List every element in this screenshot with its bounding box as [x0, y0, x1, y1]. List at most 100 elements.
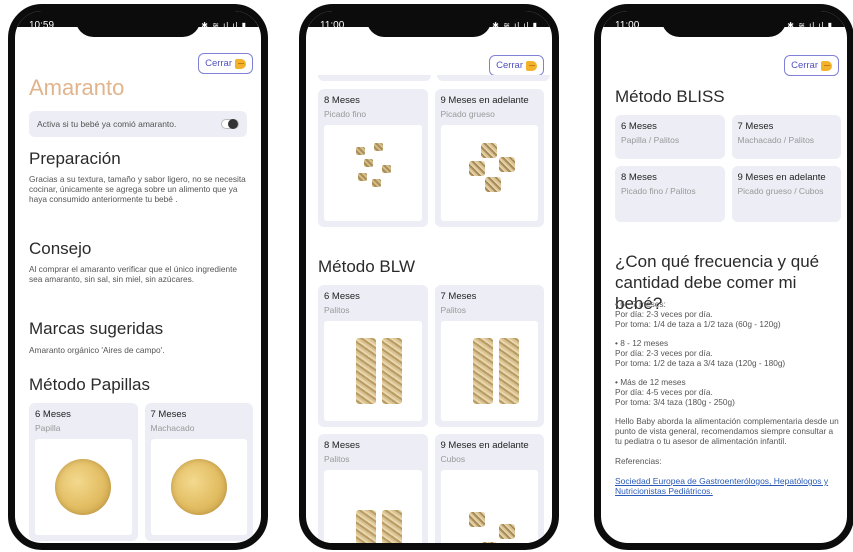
card-bliss-9m[interactable]: 9 Meses en adelante Picado grueso / Cubo… [731, 166, 841, 222]
blw-card-grid: 6 Meses Palitos 7 Meses Palitos 8 Meses … [318, 285, 544, 543]
food-photo [440, 125, 538, 221]
page-title: Amaranto [29, 75, 125, 100]
cube-piece [468, 512, 485, 527]
status-time: 11:00 [320, 19, 345, 31]
signal-battery-icon: ✱ ≋.ıl.ıl ▮ [787, 20, 833, 30]
stick-piece [472, 338, 493, 404]
cube-piece [480, 542, 497, 543]
card-bliss-6m[interactable]: 6 Meses Papilla / Palitos [615, 115, 725, 159]
card-subtitle: Picado grueso [440, 109, 495, 119]
status-bar: 11:00 ✱ ≋.ıl.ıl ▮ [306, 11, 552, 35]
consejo-text: Al comprar el amaranto verificar que el … [29, 264, 237, 284]
food-photo [440, 470, 538, 543]
stick-piece [382, 510, 402, 543]
phone-bliss-method: 11:00 ✱ ≋.ıl.ıl ▮ Cerrar Método BLISS 6 … [594, 4, 853, 550]
card-blw-7m[interactable]: 7 Meses Palitos [434, 285, 544, 427]
section-title-papillas: Método Papillas [29, 375, 150, 394]
chunk-piece [498, 157, 515, 172]
card-picado-8m[interactable]: 8 Meses Picado fino [318, 89, 428, 227]
eaten-toggle-switch[interactable] [221, 119, 239, 129]
close-button[interactable]: Cerrar [784, 55, 839, 76]
references-label: Referencias: [615, 456, 662, 466]
section-title-consejo: Consejo [29, 239, 92, 258]
crumb-piece [364, 159, 373, 167]
stick-piece [356, 510, 376, 543]
signal-battery-icon: ✱ ≋.ıl.ıl ▮ [201, 20, 247, 30]
crumb-piece [358, 173, 367, 181]
picado-card-grid: 8 Meses Picado fino 9 Meses en adelante … [318, 89, 544, 227]
toggle-knob [228, 119, 238, 129]
screen-content: Cerrar 8 Meses Picado fino 9 Meses en ad… [306, 27, 552, 543]
card-bliss-7m[interactable]: 7 Meses Machacado / Palitos [731, 115, 841, 159]
close-button[interactable]: Cerrar [489, 55, 544, 76]
close-button[interactable]: Cerrar [198, 53, 253, 74]
card-blw-8m[interactable]: 8 Meses Palitos [318, 434, 428, 543]
frequency-per-serving: Por toma: 3/4 taza (180g - 250g) [615, 397, 735, 407]
chunk-piece [480, 143, 497, 158]
frequency-per-day: Por día: 2-3 veces por día. [615, 309, 713, 319]
card-subtitle: Picado fino / Palitos [621, 186, 696, 196]
card-subtitle: Palitos [440, 305, 467, 315]
pointing-hand-icon [526, 60, 537, 71]
card-title: 8 Meses [324, 440, 360, 451]
food-photo [35, 439, 132, 535]
screenshot-collage: 10:59 ✱ ≋.ıl.ıl ▮ Cerrar Amaranto Activa… [0, 0, 853, 552]
card-papilla-6m[interactable]: 6 Meses Papilla [29, 403, 138, 541]
card-blw-6m[interactable]: 6 Meses Palitos [318, 285, 428, 427]
screen-content: Cerrar Método BLISS 6 Meses Papilla / Pa… [601, 27, 847, 543]
card-title: 8 Meses [324, 95, 360, 106]
crumb-piece [382, 165, 391, 173]
card-title: 7 Meses [737, 121, 774, 132]
cube-piece [498, 524, 515, 539]
close-label: Cerrar [791, 60, 818, 71]
bliss-card-grid: 6 Meses Papilla / Palitos 7 Meses Machac… [615, 115, 841, 222]
food-photo [150, 439, 247, 535]
card-subtitle: Machacado / Palitos [737, 135, 815, 145]
frequency-per-day: Por día: 2-3 veces por día. [615, 348, 713, 358]
stick-piece [382, 338, 402, 404]
crumb-piece [356, 147, 365, 155]
close-label: Cerrar [205, 58, 232, 69]
disclaimer-text: Hello Baby aborda la alimentación comple… [615, 416, 839, 446]
card-subtitle: Papilla / Palitos [621, 135, 680, 145]
section-title-bliss: Método BLISS [615, 87, 725, 106]
card-subtitle: Machacado [150, 423, 195, 433]
reference-link[interactable]: Sociedad Europea de Gastroenterólogos, H… [615, 476, 841, 496]
card-title: 6 Meses [35, 409, 71, 420]
card-bliss-8m[interactable]: 8 Meses Picado fino / Palitos [615, 166, 725, 222]
chunk-piece [468, 161, 485, 176]
pointing-hand-icon [821, 60, 832, 71]
eaten-toggle-row[interactable]: Activa si tu bebé ya comió amaranto. [29, 111, 247, 137]
frequency-per-day: Por día: 4-5 veces por día. [615, 387, 713, 397]
card-picado-9m[interactable]: 9 Meses en adelante Picado grueso [434, 89, 544, 227]
section-title-preparacion: Preparación [29, 149, 121, 168]
signal-battery-icon: ✱ ≋.ıl.ıl ▮ [492, 20, 538, 30]
phone-amaranto-info: 10:59 ✱ ≋.ıl.ıl ▮ Cerrar Amaranto Activa… [8, 4, 268, 550]
card-partial [318, 75, 431, 81]
puree-image [55, 459, 112, 515]
frequency-range: • 6 - 7 meses: [615, 299, 666, 309]
preparacion-text: Gracias a su textura, tamaño y sabor lig… [29, 174, 246, 204]
stick-piece [356, 338, 376, 404]
card-papilla-7m[interactable]: 7 Meses Machacado [144, 403, 253, 541]
frequency-range: • Más de 12 meses [615, 377, 686, 387]
card-blw-9m[interactable]: 9 Meses en adelante Cubos [434, 434, 544, 543]
frequency-block: • 8 - 12 meses Por día: 2-3 veces por dí… [615, 338, 841, 368]
card-subtitle: Palitos [324, 305, 350, 315]
frequency-block: • Más de 12 meses Por día: 4-5 veces por… [615, 377, 841, 407]
card-title: 7 Meses [440, 291, 477, 302]
stick-piece [498, 338, 519, 404]
crumb-piece [374, 143, 383, 151]
status-time: 10:59 [29, 19, 55, 31]
card-title: 6 Meses [324, 291, 360, 302]
toggle-label: Activa si tu bebé ya comió amaranto. [37, 119, 177, 129]
frequency-per-serving: Por toma: 1/2 de taza a 3/4 taza (120g -… [615, 358, 786, 368]
card-title: 6 Meses [621, 121, 657, 132]
card-subtitle: Cubos [440, 454, 466, 464]
chunk-piece [484, 177, 501, 192]
card-subtitle: Picado fino [324, 109, 367, 119]
frequency-range: • 8 - 12 meses [615, 338, 669, 348]
food-photo [440, 321, 538, 421]
pointing-hand-icon [235, 58, 246, 69]
frequency-block: • 6 - 7 meses: Por día: 2-3 veces por dí… [615, 299, 841, 329]
